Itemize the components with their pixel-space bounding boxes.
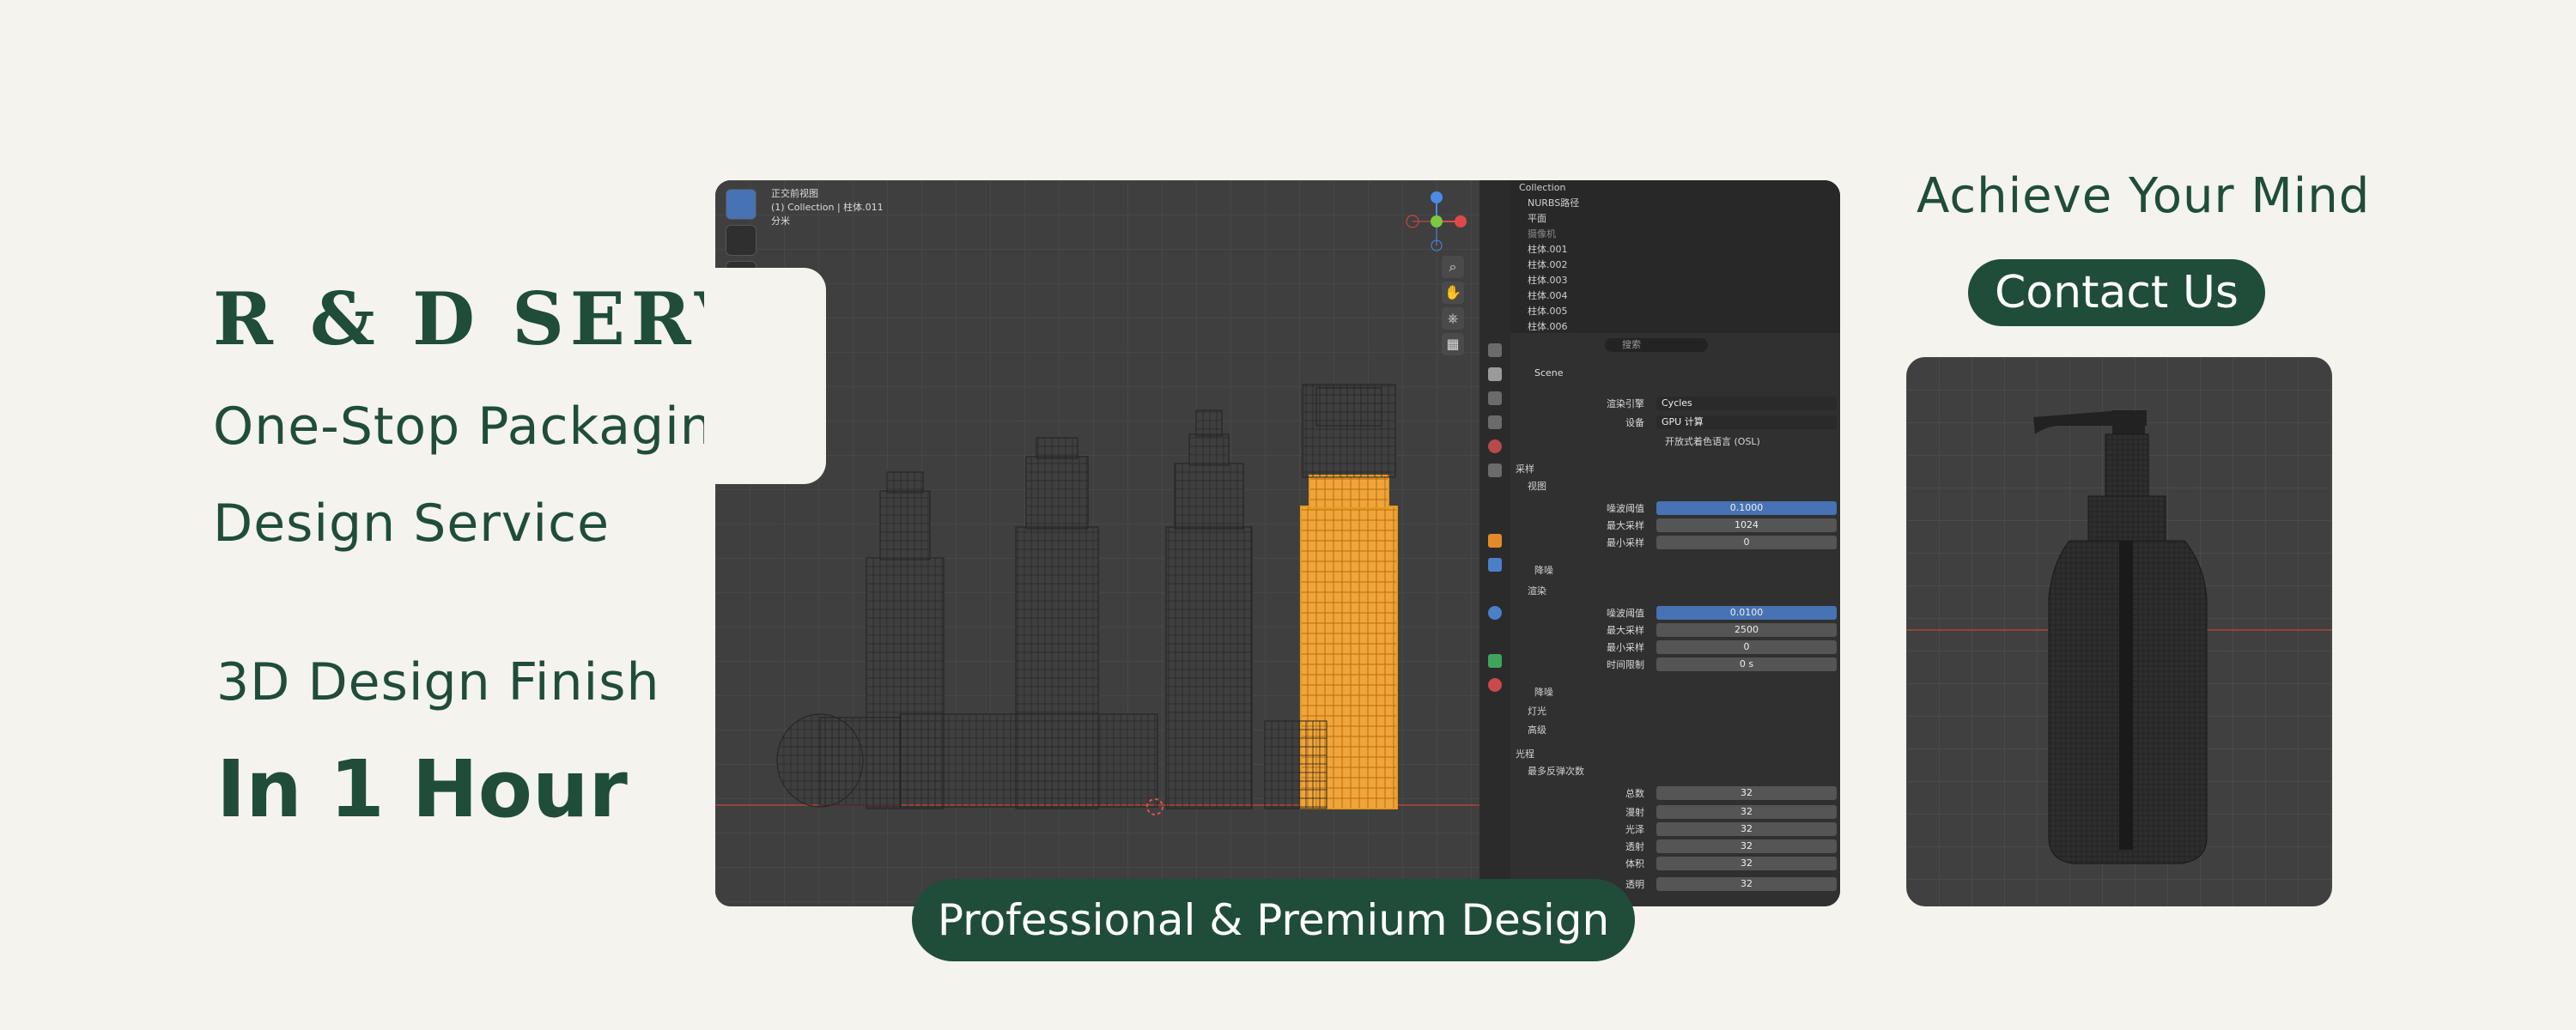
bounce-row[interactable]: 光泽 32 (1510, 822, 1840, 838)
device-row[interactable]: 设备 GPU 计算 (1510, 415, 1840, 431)
min-samples-label: 最小采样 (1607, 537, 1644, 548)
max-samples-label: 最大采样 (1607, 625, 1644, 636)
bounce-label: 漫射 (1625, 807, 1644, 818)
viewport-noise-field[interactable]: 0.1000 (1656, 501, 1837, 515)
render-engine-row[interactable]: 渲染引擎 Cycles (1510, 397, 1840, 412)
light-paths-section[interactable]: 光程 (1516, 747, 1534, 760)
bounce-label: 光泽 (1625, 824, 1644, 835)
render-tab-icon[interactable] (1488, 367, 1502, 381)
time-limit-label: 时间限制 (1607, 659, 1644, 670)
outliner-collection[interactable]: Collection (1510, 180, 1840, 196)
bounce-field[interactable]: 32 (1656, 839, 1837, 853)
blender-screenshot: 正交前视图 (1) Collection | 柱体.011 分米 ⌕ ✋ ⎈ ▦ (715, 180, 1840, 906)
sampling-section[interactable]: 采样 (1516, 462, 1534, 476)
outliner-item[interactable]: 柱体.005 (1510, 304, 1840, 319)
noise-threshold-label: 噪波阈值 (1607, 608, 1644, 619)
outliner-item[interactable]: 柱体.001 (1510, 242, 1840, 258)
outliner-item[interactable]: 摄像机 (1510, 227, 1840, 242)
modifier-tab-icon[interactable] (1488, 558, 1502, 572)
outliner-item[interactable]: 柱体.003 (1510, 273, 1840, 288)
min-samples-label: 最小采样 (1607, 642, 1644, 653)
bounce-row[interactable]: 透射 32 (1510, 839, 1840, 855)
pump-bottle-image (1906, 410, 2332, 864)
osl-checkbox[interactable]: 开放式着色语言 (OSL) (1665, 434, 1840, 450)
3d-viewport[interactable]: 正交前视图 (1) Collection | 柱体.011 分米 ⌕ ✋ ⎈ ▦ (715, 180, 1479, 906)
render-max-row[interactable]: 最大采样 2500 (1510, 623, 1840, 639)
render-noise-row[interactable]: 噪波阈值 0.0100 (1510, 606, 1840, 621)
bounce-field[interactable]: 32 (1656, 857, 1837, 870)
bounce-row[interactable]: 体积 32 (1510, 857, 1840, 872)
advanced-subsection[interactable]: 高级 (1528, 723, 1546, 736)
max-bounces-subsection[interactable]: 最多反弹次数 (1528, 764, 1584, 778)
render-subsection[interactable]: 渲染 (1528, 584, 1546, 597)
bounce-field[interactable]: 32 (1656, 805, 1837, 819)
scene-label: Scene (1534, 367, 1564, 379)
viewport-min-row[interactable]: 最小采样 0 (1510, 536, 1840, 551)
hour-line: In 1 Hour (216, 743, 628, 835)
search-input[interactable]: 搜索 (1605, 338, 1708, 352)
viewport-min-field[interactable]: 0 (1656, 536, 1837, 549)
bounce-field[interactable]: 32 (1656, 877, 1837, 891)
device-label: 设备 (1625, 417, 1644, 428)
render-max-field[interactable]: 2500 (1656, 623, 1837, 637)
physics-tab-icon[interactable] (1488, 606, 1502, 620)
output-tab-icon[interactable] (1488, 391, 1502, 405)
render-engine-select[interactable]: Cycles (1656, 397, 1837, 410)
render-noise-field[interactable]: 0.0100 (1656, 606, 1837, 620)
outliner-item[interactable]: 柱体.002 (1510, 258, 1840, 273)
pump-bottle-render (1906, 357, 2332, 906)
bounce-field[interactable]: 32 (1656, 786, 1837, 800)
denoise-subsection[interactable]: 降噪 (1534, 563, 1553, 577)
world-tab-icon[interactable] (1488, 464, 1502, 477)
bounce-label: 透明 (1625, 879, 1644, 890)
viewport-noise-row[interactable]: 噪波阈值 0.1000 (1510, 501, 1840, 517)
outliner-item[interactable]: NURBS路径 (1510, 196, 1840, 211)
scene-tab-icon[interactable] (1488, 439, 1502, 453)
outliner-item[interactable]: 平面 (1510, 211, 1840, 227)
professional-design-badge: Professional & Premium Design (912, 879, 1635, 961)
outliner[interactable]: Collection NURBS路径 平面 摄像机 柱体.001 柱体.002 … (1510, 180, 1840, 333)
time-limit-row[interactable]: 时间限制 0 s (1510, 657, 1840, 673)
outliner-item[interactable]: 柱体.004 (1510, 288, 1840, 304)
subtitle-line-1: One-Stop Packaging (213, 397, 747, 457)
data-tab-icon[interactable] (1488, 654, 1502, 668)
viewport-subsection[interactable]: 视图 (1528, 479, 1546, 493)
bounce-field[interactable]: 32 (1656, 822, 1837, 836)
viewport-max-field[interactable]: 1024 (1656, 518, 1837, 532)
time-limit-field[interactable]: 0 s (1656, 657, 1837, 671)
bounce-label: 体积 (1625, 858, 1644, 869)
title-backdrop (704, 268, 826, 484)
bounce-row[interactable]: 漫射 32 (1510, 805, 1840, 821)
max-samples-label: 最大采样 (1607, 520, 1644, 531)
render-min-row[interactable]: 最小采样 0 (1510, 640, 1840, 656)
lights-subsection[interactable]: 灯光 (1528, 704, 1546, 718)
object-tab-icon[interactable] (1488, 534, 1502, 548)
render-engine-label: 渲染引擎 (1607, 398, 1644, 409)
contact-us-button[interactable]: Contact Us (1968, 259, 2265, 326)
device-select[interactable]: GPU 计算 (1656, 415, 1837, 429)
properties-panel[interactable]: 搜索 Scene 渲染引擎 Cycles 设备 GPU 计算 开放式着色语言 (… (1510, 333, 1840, 906)
bounce-row[interactable]: 总数 32 (1510, 786, 1840, 802)
tool-tab-icon[interactable] (1488, 343, 1502, 357)
properties-tabs[interactable] (1479, 180, 1510, 906)
tagline: Achieve Your Mind (1917, 168, 2371, 224)
denoise-subsection-2[interactable]: 降噪 (1534, 685, 1553, 699)
viewport-max-row[interactable]: 最大采样 1024 (1510, 518, 1840, 534)
noise-threshold-label: 噪波阈值 (1607, 503, 1644, 514)
wireframe-scene (715, 384, 1479, 815)
render-min-field[interactable]: 0 (1656, 640, 1837, 654)
bounce-label: 透射 (1625, 841, 1644, 852)
finish-line: 3D Design Finish (216, 652, 660, 712)
subtitle-line-2: Design Service (213, 494, 610, 554)
view-layer-tab-icon[interactable] (1488, 415, 1502, 429)
bounce-label: 总数 (1625, 788, 1644, 799)
material-tab-icon[interactable] (1488, 678, 1502, 692)
